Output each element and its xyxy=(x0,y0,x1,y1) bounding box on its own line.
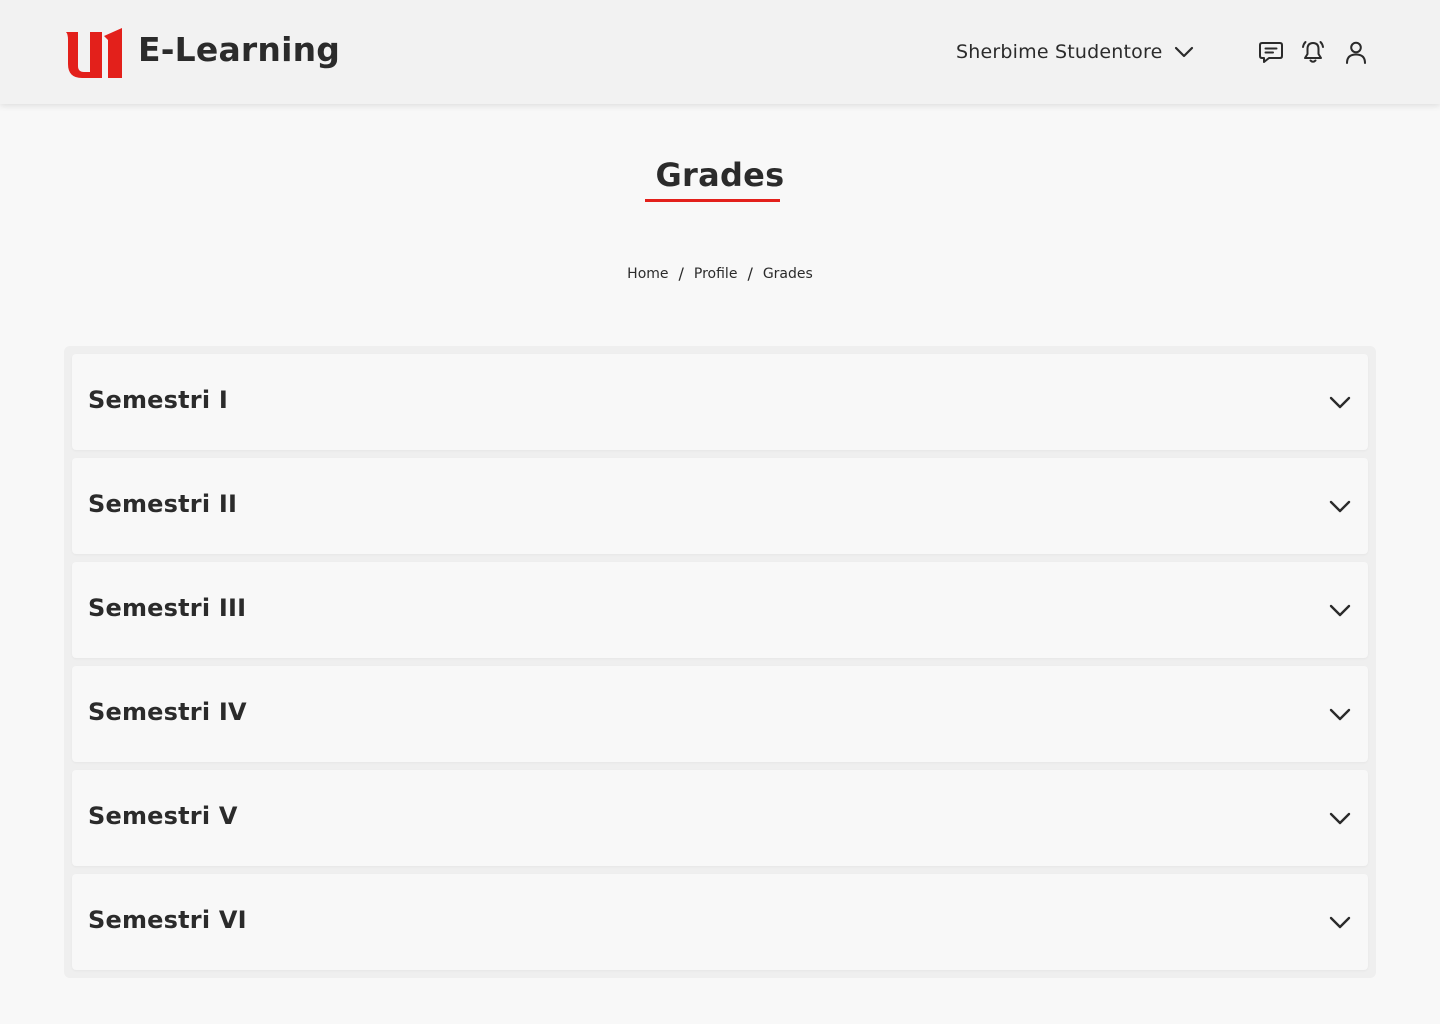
top-header: E-Learning Sherbime Studentore xyxy=(0,0,1440,104)
breadcrumb-separator: / xyxy=(747,264,753,283)
logo-icon[interactable] xyxy=(64,26,122,78)
chevron-down-icon xyxy=(1329,500,1351,513)
chevron-down-icon xyxy=(1175,46,1194,58)
breadcrumb-profile[interactable]: Profile xyxy=(694,266,738,282)
services-dropdown[interactable]: Sherbime Studentore xyxy=(956,36,1194,68)
logo-text[interactable]: E-Learning xyxy=(138,30,340,69)
profile-button[interactable] xyxy=(1342,38,1370,66)
accordion-item-label: Semestri III xyxy=(88,594,247,622)
accordion-item-semestri-6[interactable]: Semestri VI xyxy=(72,874,1368,970)
semesters-accordion: Semestri I Semestri II Semestri III Seme… xyxy=(64,346,1376,978)
accordion-item-label: Semestri V xyxy=(88,802,238,830)
breadcrumb-separator: / xyxy=(678,264,684,283)
services-dropdown-label: Sherbime Studentore xyxy=(956,41,1163,63)
chevron-down-icon xyxy=(1329,604,1351,617)
title-underline xyxy=(645,199,780,202)
accordion-item-label: Semestri II xyxy=(88,490,238,518)
accordion-item-label: Semestri IV xyxy=(88,698,247,726)
chat-button[interactable] xyxy=(1257,38,1285,66)
user-icon xyxy=(1346,41,1366,64)
breadcrumb: Home / Profile / Grades xyxy=(0,264,1440,283)
chevron-down-icon xyxy=(1329,708,1351,721)
chevron-down-icon xyxy=(1329,916,1351,929)
accordion-item-semestri-2[interactable]: Semestri II xyxy=(72,458,1368,554)
accordion-item-label: Semestri VI xyxy=(88,906,247,934)
bell-icon xyxy=(1302,41,1324,63)
notifications-button[interactable] xyxy=(1299,38,1327,66)
breadcrumb-home[interactable]: Home xyxy=(627,266,668,282)
accordion-item-semestri-5[interactable]: Semestri V xyxy=(72,770,1368,866)
page-title: Grades xyxy=(655,156,785,194)
chevron-down-icon xyxy=(1329,812,1351,825)
accordion-item-label: Semestri I xyxy=(88,386,228,414)
accordion-item-semestri-4[interactable]: Semestri IV xyxy=(72,666,1368,762)
accordion-item-semestri-1[interactable]: Semestri I xyxy=(72,354,1368,450)
breadcrumb-grades: Grades xyxy=(762,265,813,282)
chevron-down-icon xyxy=(1329,396,1351,409)
chat-icon xyxy=(1259,42,1283,63)
accordion-item-semestri-3[interactable]: Semestri III xyxy=(72,562,1368,658)
